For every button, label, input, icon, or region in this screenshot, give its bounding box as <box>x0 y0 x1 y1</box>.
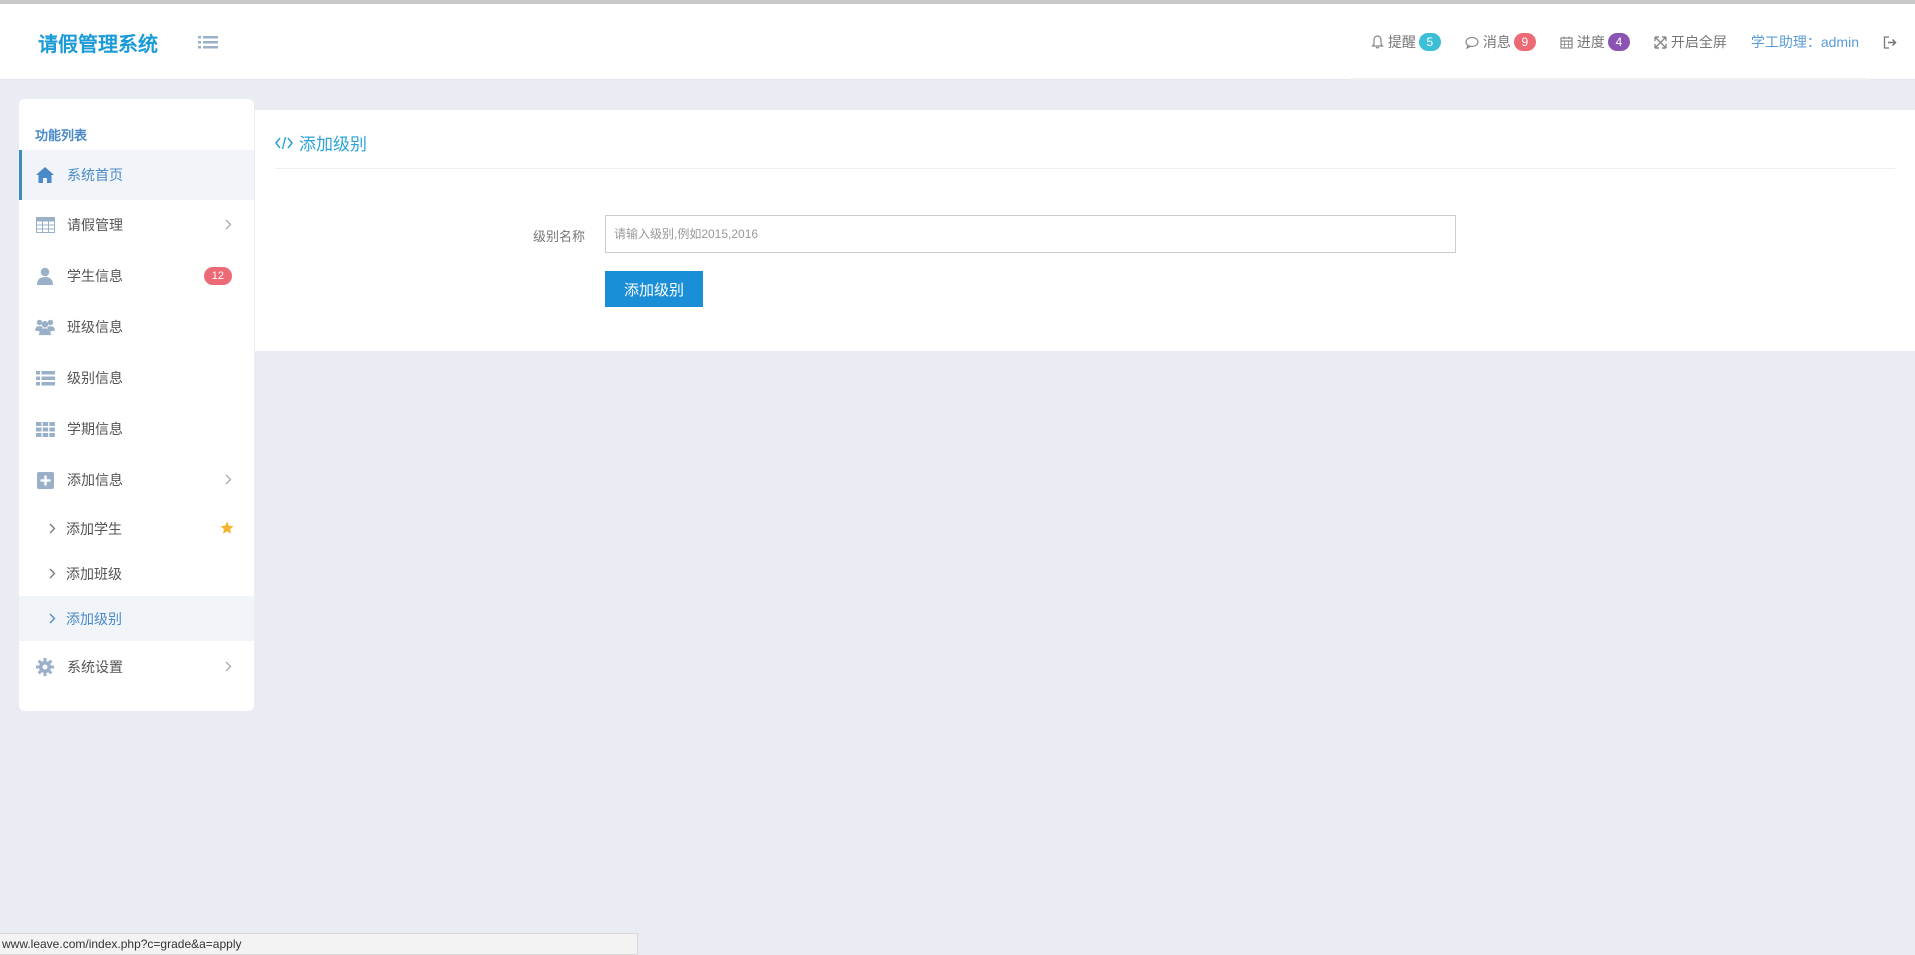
sidebar-item-levels[interactable]: 级别信息 <box>19 353 254 403</box>
calendar-icon <box>1560 36 1573 49</box>
top-header: 请假管理系统 提醒 5 消息 9 进度 4 开启全屏 学工助理：admin <box>0 4 1915 80</box>
sidebar-item-leave[interactable]: 请假管理 <box>19 200 254 250</box>
user-icon <box>35 266 55 286</box>
sidebar-item-label: 添加信息 <box>67 472 123 488</box>
users-icon <box>35 317 55 337</box>
remind-count-badge: 5 <box>1418 33 1441 51</box>
sidebar-item-label: 级别信息 <box>67 370 123 386</box>
expand-icon <box>1654 35 1667 49</box>
nav-fullscreen[interactable]: 开启全屏 <box>1654 32 1727 52</box>
students-count-badge: 12 <box>203 267 232 285</box>
nav-remind[interactable]: 提醒 5 <box>1371 32 1441 52</box>
sidebar-item-home[interactable]: 系统首页 <box>19 150 254 200</box>
chevron-right-icon <box>49 523 56 534</box>
chevron-right-icon <box>225 661 232 672</box>
sidebar-subitem-add-student[interactable]: 添加学生 <box>19 506 254 551</box>
nav-user-menu[interactable]: 学工助理：admin <box>1751 32 1859 52</box>
sidebar-item-label: 学生信息 <box>67 268 123 284</box>
sidebar-title: 功能列表 <box>35 128 88 143</box>
main-panel: 添加级别 级别名称 添加级别 <box>255 110 1915 351</box>
list-icon <box>35 368 55 388</box>
nav-remind-label: 提醒 <box>1387 34 1416 50</box>
browser-status-bar: www.leave.com/index.php?c=grade&a=apply <box>0 933 638 955</box>
grid-icon <box>35 419 55 439</box>
menu-toggle-icon[interactable] <box>198 34 218 52</box>
gear-icon <box>35 657 55 677</box>
nav-progress[interactable]: 进度 4 <box>1560 32 1630 52</box>
sidebar-item-label: 系统设置 <box>67 659 123 675</box>
chevron-right-icon <box>225 219 232 230</box>
sidebar-item-label: 请假管理 <box>67 217 123 233</box>
nav-message-label: 消息 <box>1482 34 1511 50</box>
sidebar: 功能列表 系统首页 请假管理 学生信息 12 班级信息 级别信息 学期信息 添加… <box>19 99 254 711</box>
level-name-label: 级别名称 <box>532 229 585 244</box>
level-name-input[interactable] <box>605 215 1456 253</box>
header-underline <box>1350 78 1870 80</box>
sidebar-subitem-label: 添加级别 <box>66 610 122 627</box>
nav-fullscreen-label: 开启全屏 <box>1670 34 1727 50</box>
sidebar-item-classes[interactable]: 班级信息 <box>19 302 254 352</box>
message-count-badge: 9 <box>1513 33 1536 51</box>
sidebar-item-settings[interactable]: 系统设置 <box>19 642 254 692</box>
header-nav: 提醒 5 消息 9 进度 4 开启全屏 学工助理：admin <box>1371 4 1915 80</box>
home-icon <box>35 165 55 185</box>
sidebar-item-terms[interactable]: 学期信息 <box>19 404 254 454</box>
panel-divider <box>275 168 1895 169</box>
sidebar-subitem-label: 添加班级 <box>66 565 122 582</box>
chevron-right-icon <box>225 474 232 485</box>
sidebar-item-students[interactable]: 学生信息 12 <box>19 251 254 301</box>
nav-message[interactable]: 消息 9 <box>1465 32 1536 52</box>
sidebar-item-label: 系统首页 <box>67 167 123 183</box>
table-icon <box>35 215 55 235</box>
sidebar-subitem-add-class[interactable]: 添加班级 <box>19 551 254 596</box>
logout-icon[interactable] <box>1883 35 1897 49</box>
bell-icon <box>1371 35 1384 49</box>
page-title-text: 添加级别 <box>299 135 367 154</box>
sidebar-subitem-add-level[interactable]: 添加级别 <box>19 596 254 641</box>
code-icon <box>275 136 293 149</box>
brand-title[interactable]: 请假管理系统 <box>38 28 158 57</box>
chevron-right-icon <box>49 613 56 624</box>
sidebar-item-label: 学期信息 <box>67 421 123 437</box>
add-level-button[interactable]: 添加级别 <box>605 271 703 307</box>
page-title: 添加级别 <box>275 130 367 155</box>
sidebar-subitem-label: 添加学生 <box>66 520 122 537</box>
chevron-right-icon <box>49 568 56 579</box>
sidebar-item-label: 班级信息 <box>67 319 123 335</box>
sidebar-item-add-info[interactable]: 添加信息 <box>19 455 254 505</box>
star-icon <box>220 521 234 534</box>
nav-progress-label: 进度 <box>1576 34 1605 50</box>
progress-count-badge: 4 <box>1607 33 1630 51</box>
plus-square-icon <box>35 470 55 490</box>
comment-icon <box>1465 36 1479 49</box>
